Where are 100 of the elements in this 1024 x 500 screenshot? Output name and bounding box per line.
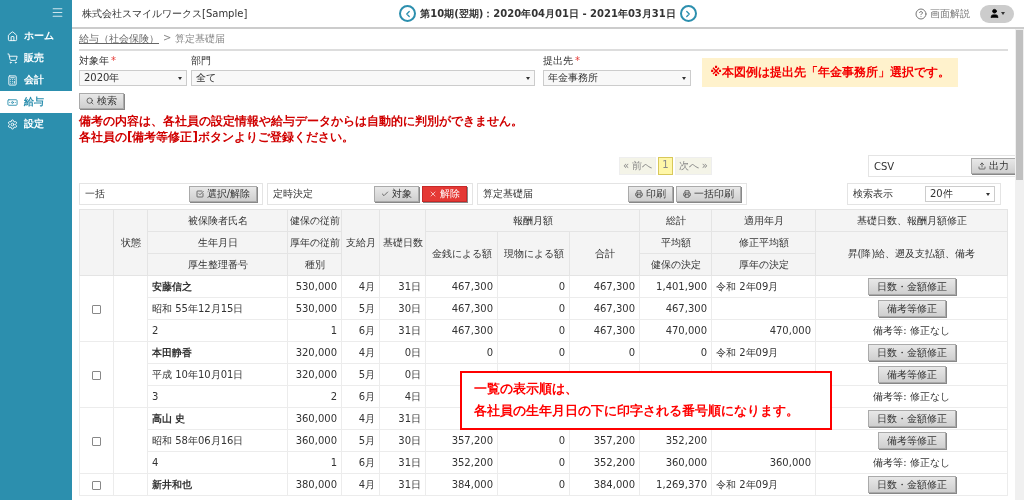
remarks-text: 備考等: 修正なし: [873, 324, 950, 336]
cart-icon: [7, 52, 18, 64]
edit-button[interactable]: 日数・金額修正: [867, 410, 956, 427]
edit-button[interactable]: 備考等修正: [877, 432, 946, 449]
search-icon: [86, 97, 94, 105]
table-cell: 0: [497, 275, 570, 298]
table-cell: 31日: [379, 407, 426, 430]
user-menu-button[interactable]: [980, 4, 1014, 23]
notice-banner: ※本図例は提出先「年金事務所」選択です。: [702, 58, 958, 87]
company-name: 株式会社スマイルワークス[Sample]: [82, 6, 249, 21]
sidebar-item[interactable]: ホーム: [0, 25, 72, 47]
display-label: 検索表示: [853, 187, 893, 201]
table-cell: 0: [569, 341, 640, 364]
table-cell: 360,000: [639, 451, 712, 474]
table-cell: 0: [497, 473, 570, 496]
table-cell: 本田静香: [147, 341, 288, 364]
target-button[interactable]: 対象: [374, 186, 419, 202]
row-checkbox[interactable]: [92, 304, 101, 314]
export-button[interactable]: 出力: [970, 158, 1015, 174]
close-icon: [429, 190, 437, 198]
edit-button[interactable]: 備考等修正: [877, 366, 946, 383]
scrollbar[interactable]: [1015, 29, 1024, 500]
page-size-select[interactable]: 20件: [925, 186, 995, 202]
table-cell: 0: [639, 341, 712, 364]
table-cell: 360,000: [287, 407, 342, 430]
header-cell: 報酬月額: [425, 209, 640, 232]
table-cell: 1,401,900: [639, 275, 712, 298]
table-cell: 360,000: [711, 451, 816, 474]
table-cell: 1,269,370: [639, 473, 712, 496]
callout-text: 一覧の表示順は、: [474, 380, 579, 398]
header-cell: 現物による額: [497, 231, 570, 276]
printer-icon: [683, 190, 691, 198]
upload-icon: [977, 162, 986, 170]
header-cell: 健保の従前: [287, 209, 342, 232]
next-period-button[interactable]: [679, 5, 697, 22]
header-cell: 状態: [113, 209, 148, 276]
table-cell: 352,200: [569, 451, 640, 474]
table-cell: 2: [287, 385, 342, 408]
sidebar-item[interactable]: 会計: [0, 69, 72, 91]
edit-button[interactable]: 日数・金額修正: [867, 278, 956, 295]
select-field[interactable]: 全て: [191, 70, 535, 86]
previous-period-button[interactable]: [399, 5, 417, 22]
select-field[interactable]: 年金事務所: [543, 70, 691, 86]
table-cell: 0日: [379, 363, 426, 386]
home-icon: [7, 30, 18, 42]
table-cell: 0: [497, 341, 570, 364]
table-cell: 530,000: [287, 275, 342, 298]
help-link[interactable]: 画面解説: [915, 6, 970, 21]
remarks-text: 備考等: 修正なし: [873, 390, 950, 402]
regular-label: 定時決定: [273, 187, 313, 201]
select-field[interactable]: 2020年: [79, 70, 187, 86]
table-cell: 320,000: [287, 341, 342, 364]
header-cell: 支給月: [341, 209, 380, 276]
table-cell: 4月: [341, 275, 380, 298]
header-cell: 総計: [639, 209, 712, 232]
table-cell: 470,000: [639, 319, 712, 342]
edit-button[interactable]: 日数・金額修正: [867, 476, 956, 493]
sidebar-item[interactable]: 給与: [0, 91, 72, 113]
header-cell: 合計: [569, 231, 640, 276]
bulk-print-button[interactable]: 一括印刷: [676, 186, 741, 202]
release-button[interactable]: 解除: [422, 186, 467, 202]
remarks-text: 備考等: 修正なし: [873, 456, 950, 468]
row-checkbox[interactable]: [92, 436, 101, 446]
table-cell: 1: [287, 451, 342, 474]
sidebar-item[interactable]: 設定: [0, 113, 72, 135]
table-cell: 470,000: [711, 319, 816, 342]
printer-icon: [635, 190, 643, 198]
table-cell: 0: [497, 451, 570, 474]
table-cell: 0: [497, 297, 570, 320]
header-cell: 金銭による額: [425, 231, 498, 276]
edit-button[interactable]: 備考等修正: [877, 300, 946, 317]
select-toggle-button[interactable]: 選択/解除: [188, 186, 257, 202]
print-button[interactable]: 印刷: [628, 186, 673, 202]
breadcrumb-separator: >: [163, 32, 172, 45]
table-cell: 5月: [341, 363, 380, 386]
table-cell: 467,300: [569, 275, 640, 298]
header-cell: 適用年月: [711, 209, 816, 232]
search-button[interactable]: 検索: [79, 93, 124, 109]
form-label: 算定基礎届: [483, 187, 533, 201]
table-cell: 384,000: [425, 473, 498, 496]
breadcrumb-link[interactable]: 給与（社会保険）: [79, 32, 159, 46]
sidebar-item[interactable]: 販売: [0, 47, 72, 69]
table-cell: 3: [147, 385, 288, 408]
table-cell: 0: [425, 341, 498, 364]
check-icon: [381, 190, 389, 198]
edit-button[interactable]: 日数・金額修正: [867, 344, 956, 361]
table-cell: 4月: [341, 407, 380, 430]
table-cell: 380,000: [287, 473, 342, 496]
table-cell: 4日: [379, 385, 426, 408]
row-checkbox[interactable]: [92, 370, 101, 380]
table-cell: 31日: [379, 275, 426, 298]
menu-icon[interactable]: [51, 6, 64, 19]
row-checkbox[interactable]: [92, 480, 101, 490]
table-cell: 6月: [341, 319, 380, 342]
period-label: 第10期(翌期)：2020年04月01日 - 2021年03月31日: [420, 6, 676, 21]
money-icon: [7, 96, 18, 108]
bulk-label: 一括: [85, 187, 105, 201]
table-cell: 384,000: [569, 473, 640, 496]
header-cell: 被保険者氏名: [147, 209, 288, 232]
table-cell: 467,300: [639, 297, 712, 320]
